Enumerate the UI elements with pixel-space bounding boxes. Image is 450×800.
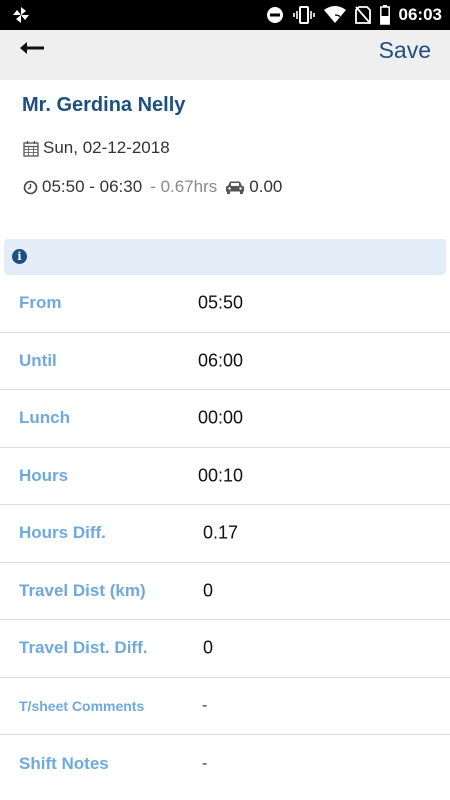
field-value[interactable]: - [202, 697, 207, 715]
shift-duration: - 0.67hrs [150, 177, 218, 196]
car-icon [225, 180, 245, 195]
do-not-disturb-icon [266, 7, 283, 23]
field-row-from[interactable]: From 05:50 [0, 275, 450, 333]
field-value[interactable]: 05:50 [198, 293, 243, 314]
field-value[interactable]: 06:00 [198, 350, 243, 371]
no-sim-icon [354, 6, 371, 24]
save-button[interactable]: Save [379, 37, 431, 64]
timesheet-fields: From 05:50 Until 06:00 Lunch 00:00 Hours… [0, 275, 450, 793]
status-time: 06:03 [398, 5, 442, 24]
field-row-timesheet-comments[interactable]: T/sheet Comments - [0, 678, 450, 735]
shift-date-row: Sun, 02-12-2018 [23, 137, 170, 159]
field-value[interactable]: 0 [203, 638, 213, 659]
field-row-until[interactable]: Until 06:00 [0, 333, 450, 390]
shift-date: Sun, 02-12-2018 [43, 138, 170, 157]
client-name: Mr. Gerdina Nelly [22, 94, 186, 116]
vibrate-icon [292, 6, 315, 24]
field-value[interactable]: 0.17 [203, 523, 238, 544]
info-banner[interactable]: i [4, 239, 446, 275]
field-label: T/sheet Comments [19, 697, 145, 714]
arrow-left-icon[interactable] [18, 38, 48, 58]
info-icon: i [12, 249, 27, 264]
calendar-icon [23, 140, 39, 157]
field-label: Lunch [19, 408, 70, 428]
field-label: Hours [19, 465, 69, 485]
status-bar: 06:03 [0, 0, 450, 30]
field-value[interactable]: 0 [203, 580, 213, 601]
field-row-travel-dist[interactable]: Travel Dist (km) 0 [0, 563, 450, 620]
field-label: Travel Dist. Diff. [19, 638, 148, 658]
clock-icon [23, 180, 38, 195]
field-label: Travel Dist (km) [19, 580, 146, 600]
field-label: Until [19, 350, 57, 370]
shift-time-row: 05:50 - 06:30 - 0.67hrs 0.00 [23, 176, 282, 198]
app-bar: Save [0, 30, 450, 80]
field-label: From [19, 293, 62, 313]
field-label: Hours Diff. [19, 523, 106, 543]
field-value[interactable]: - [202, 755, 207, 773]
field-label: Shift Notes [19, 753, 109, 773]
field-value[interactable]: 00:10 [198, 465, 243, 486]
battery-icon [379, 5, 390, 25]
travel-distance: 0.00 [249, 177, 283, 196]
pinwheel-icon [13, 7, 29, 23]
shift-time-range: 05:50 - 06:30 [42, 177, 143, 196]
field-row-travel-dist-diff[interactable]: Travel Dist. Diff. 0 [0, 620, 450, 678]
field-row-hours[interactable]: Hours 00:10 [0, 448, 450, 505]
field-row-shift-notes[interactable]: Shift Notes - [0, 735, 450, 793]
field-value[interactable]: 00:00 [198, 408, 243, 429]
field-row-lunch[interactable]: Lunch 00:00 [0, 390, 450, 448]
field-row-hours-diff[interactable]: Hours Diff. 0.17 [0, 505, 450, 563]
wifi-icon [323, 6, 346, 23]
